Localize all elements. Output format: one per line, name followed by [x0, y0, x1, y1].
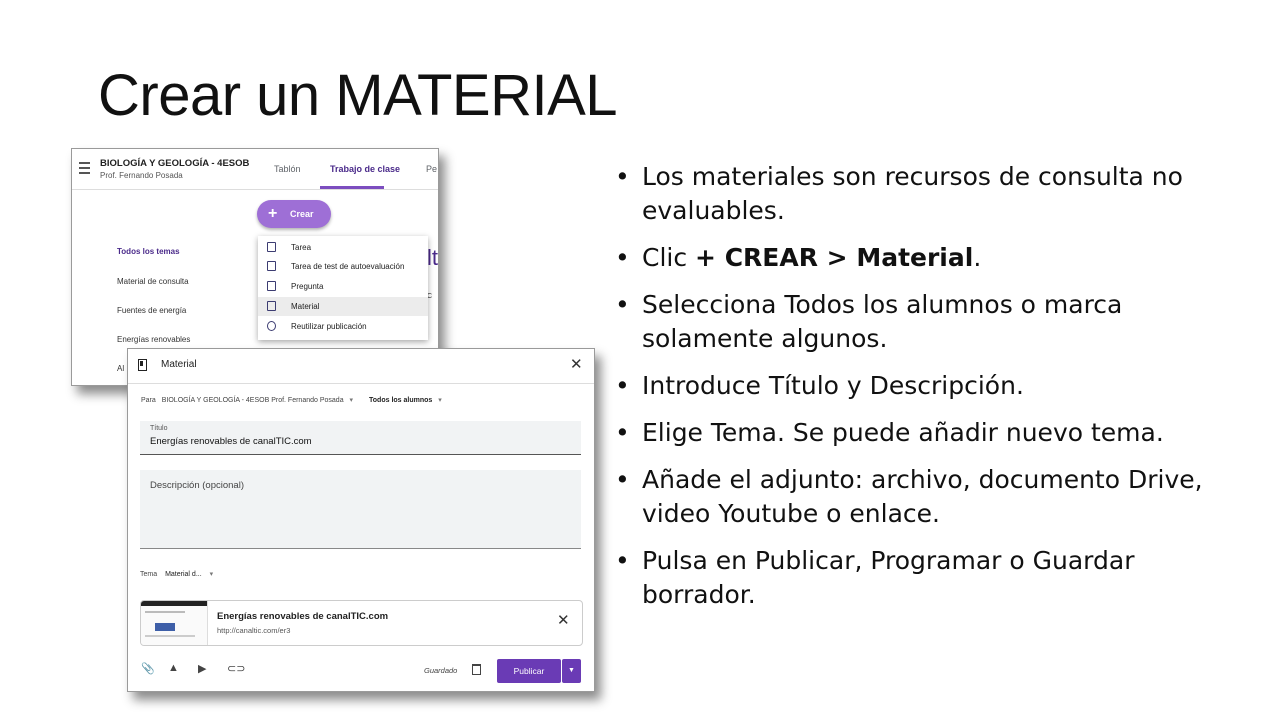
students-select[interactable]: Todos los alumnos: [369, 397, 432, 404]
title-field[interactable]: Título Energías renovables de canalTIC.c…: [140, 421, 581, 455]
theme-label: Tema: [140, 571, 158, 578]
attach-icon[interactable]: 📎: [141, 662, 155, 675]
quiz-icon: [267, 261, 276, 271]
menu-item-reuse[interactable]: Reutilizar publicación: [258, 317, 428, 336]
attachment-url: http://canaltic.com/er3: [217, 626, 291, 635]
link-icon[interactable]: ⊂⊃: [227, 662, 245, 675]
course-select[interactable]: BIOLOGÍA Y GEOLOGÍA - 4ESOB Prof. Fernan…: [162, 397, 344, 404]
list-item: Pulsa en Publicar, Programar o Guardar b…: [615, 544, 1235, 612]
theme-select[interactable]: Tema Material d... ▾: [140, 570, 213, 578]
tab-stream[interactable]: Tablón: [274, 164, 301, 174]
saved-status: Guardado: [424, 666, 458, 675]
for-row: Para BIOLOGÍA Y GEOLOGÍA - 4ESOB Prof. F…: [141, 396, 442, 404]
material-dialog: Material ✕ Para BIOLOGÍA Y GEOLOGÍA - 4E…: [127, 348, 595, 692]
list-item: Elige Tema. Se puede añadir nuevo tema.: [615, 416, 1235, 450]
attachment-thumbnail: [141, 601, 208, 645]
dropdown-arrow-icon: ▾: [349, 397, 354, 404]
topic-item[interactable]: Material de consulta: [117, 277, 189, 286]
list-item: Selecciona Todos los alumnos o marca sol…: [615, 288, 1235, 356]
attachment-card[interactable]: Energías renovables de canalTIC.com http…: [140, 600, 583, 646]
topic-all[interactable]: Todos los temas: [117, 247, 180, 256]
topic-item[interactable]: Al: [117, 364, 124, 373]
youtube-icon[interactable]: ▶: [198, 662, 206, 675]
close-icon[interactable]: ✕: [570, 355, 583, 373]
material-icon: [267, 301, 276, 311]
question-icon: [267, 281, 276, 291]
material-icon: [138, 359, 147, 371]
list-item: Introduce Título y Descripción.: [615, 369, 1235, 403]
description-placeholder: Descripción (opcional): [150, 480, 244, 491]
attachment-title: Energías renovables de canalTIC.com: [217, 611, 389, 622]
tab-people[interactable]: Pe: [426, 164, 437, 174]
menu-item-question[interactable]: Pregunta: [258, 277, 428, 296]
classroom-header: BIOLOGÍA Y GEOLOGÍA - 4ESOB Prof. Fernan…: [72, 149, 438, 190]
instructions-list: Los materiales son recursos de consulta …: [615, 160, 1235, 625]
clipped-heading: lt: [427, 245, 438, 270]
publish-options-button[interactable]: ▼: [562, 659, 581, 683]
active-tab-indicator: [320, 186, 384, 189]
topic-item[interactable]: Energías renovables: [117, 335, 190, 344]
dropdown-arrow-icon: ▾: [209, 571, 214, 578]
list-item: Clic + CREAR > Material.: [615, 241, 1235, 275]
trash-icon[interactable]: [472, 664, 481, 675]
create-button[interactable]: + Crear: [257, 200, 331, 228]
slide-title: Crear un MATERIAL: [98, 63, 618, 128]
create-button-label: Crear: [290, 209, 314, 219]
create-menu: Tarea Tarea de test de autoevaluación Pr…: [258, 236, 428, 340]
list-item: Los materiales son recursos de consulta …: [615, 160, 1235, 228]
topic-item[interactable]: Fuentes de energía: [117, 306, 186, 315]
publish-button[interactable]: Publicar: [497, 659, 561, 683]
reuse-icon: [267, 321, 276, 331]
hamburger-menu-icon[interactable]: [79, 162, 90, 177]
menu-item-quiz[interactable]: Tarea de test de autoevaluación: [258, 257, 428, 276]
theme-value: Material d...: [165, 571, 202, 578]
drive-icon[interactable]: ▲: [168, 662, 179, 674]
title-label: Título: [150, 425, 168, 432]
dropdown-arrow-icon: ▾: [438, 397, 442, 404]
dialog-title: Material: [161, 359, 197, 370]
assignment-icon: [267, 242, 276, 252]
description-field[interactable]: Descripción (opcional): [140, 470, 581, 549]
menu-item-material[interactable]: Material: [258, 297, 428, 316]
teacher-name: Prof. Fernando Posada: [100, 171, 183, 180]
title-value: Energías renovables de canalTIC.com: [150, 436, 312, 447]
plus-icon: +: [268, 205, 278, 222]
list-item: Añade el adjunto: archivo, documento Dri…: [615, 463, 1235, 531]
remove-attachment-icon[interactable]: ✕: [557, 611, 570, 629]
for-label: Para: [141, 397, 156, 404]
menu-item-task[interactable]: Tarea: [258, 238, 428, 257]
dialog-header: Material ✕: [128, 349, 594, 384]
tab-classwork[interactable]: Trabajo de clase: [330, 164, 400, 174]
course-name: BIOLOGÍA Y GEOLOGÍA - 4ESOB: [100, 158, 250, 169]
